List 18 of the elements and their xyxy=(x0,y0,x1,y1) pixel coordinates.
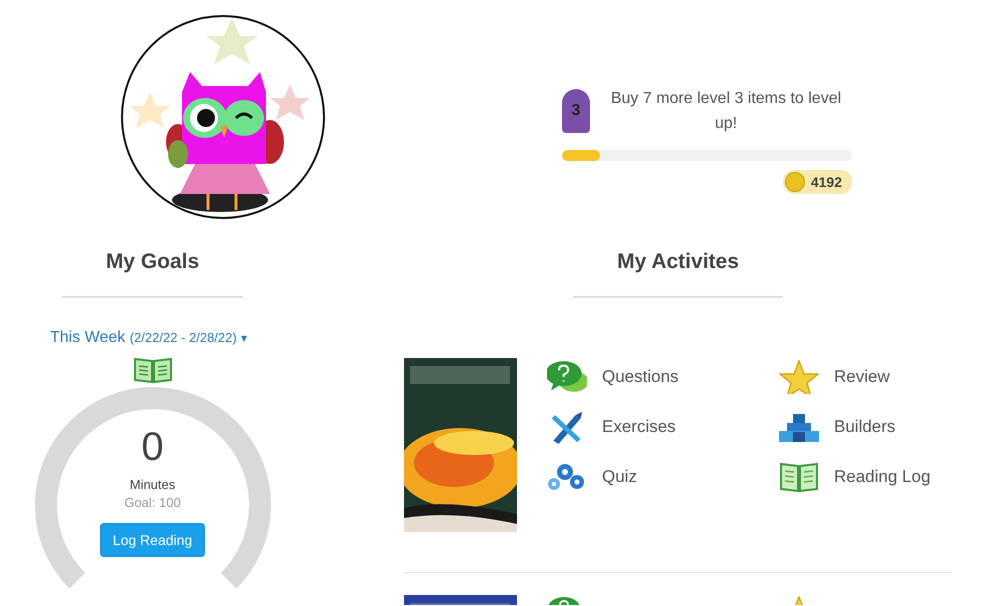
level-badge: 3 xyxy=(562,89,590,133)
activity-link[interactable]: Builders xyxy=(779,408,959,446)
activity-link[interactable]: Exercises xyxy=(547,408,779,446)
minutes-value: 0 xyxy=(141,425,164,469)
activity-link[interactable]: Review xyxy=(779,358,959,396)
section-heading: My Activites xyxy=(617,250,739,275)
activity-link[interactable]: Reading Log xyxy=(779,458,959,496)
coin-icon xyxy=(784,172,805,192)
open-book-icon xyxy=(779,460,819,494)
activity-link[interactable]: Quiz xyxy=(547,458,779,496)
goal-label: Goal: 100 xyxy=(124,495,181,510)
minutes-label: Minutes xyxy=(130,477,176,492)
book-icon xyxy=(132,356,172,384)
coin-count: 4192 xyxy=(810,174,842,190)
week-dropdown[interactable]: This Week (2/22/22 - 2/28/22) ▾ xyxy=(50,329,248,347)
section-heading: My Goals xyxy=(106,250,200,275)
level-message: Buy 7 more level 3 items to level up! xyxy=(610,89,842,134)
activity-link[interactable]: Questions xyxy=(547,358,779,396)
